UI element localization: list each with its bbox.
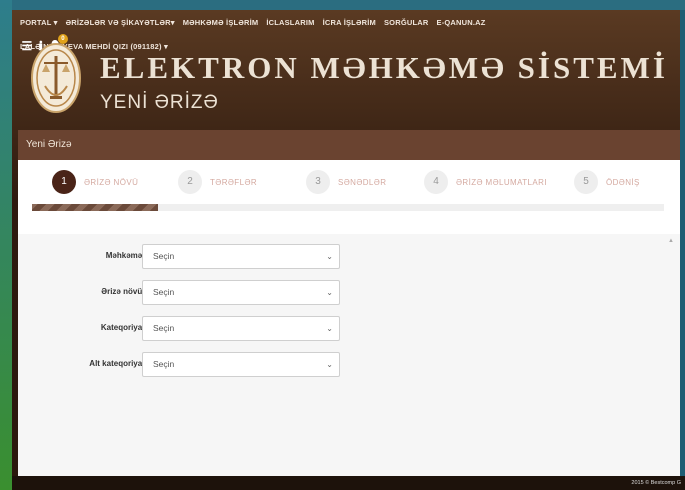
step-label: ƏRİZƏ MƏLUMATLARI xyxy=(456,177,547,187)
form-area: ▲ Məhkəmə:* Seçin ⌄ Ərizə növü:* Seçin ⌄… xyxy=(18,234,680,486)
chevron-down-icon: ⌄ xyxy=(326,324,333,333)
wizard-progress-bar xyxy=(32,204,664,211)
nav-court-cases[interactable]: MƏHKƏMƏ İŞLƏRİM xyxy=(183,18,259,27)
step-application-info[interactable]: 4 ƏRİZƏ MƏLUMATLARI xyxy=(424,170,547,194)
window-frame-left xyxy=(0,0,12,490)
step-parties[interactable]: 2 TƏRƏFLƏR xyxy=(178,170,257,194)
field-application-type: Ərizə növü:* Seçin ⌄ xyxy=(18,280,680,306)
wizard-progress-fill xyxy=(32,204,159,211)
top-navigation: PORTAL ▾ ƏRİZƏLƏR VƏ ŞİKAYƏTLƏR▾ MƏHKƏMƏ… xyxy=(12,10,680,34)
wizard-steps: 1 ƏRİZƏ NÖVÜ 2 TƏRƏFLƏR 3 SƏNƏDLƏR 4 ƏRİ… xyxy=(18,160,680,211)
step-number: 3 xyxy=(306,170,330,194)
nav-queries[interactable]: SORĞULAR xyxy=(384,18,429,27)
step-number: 4 xyxy=(424,170,448,194)
select-value: Seçin xyxy=(153,287,175,297)
panel-title: Yeni Ərizə xyxy=(18,130,680,160)
category-select[interactable]: Seçin ⌄ xyxy=(142,316,340,341)
field-category: Kateqoriya:* Seçin ⌄ xyxy=(18,316,680,342)
site-title: ELEKTRON MƏHKƏMƏ SİSTEMİ xyxy=(100,50,668,85)
step-application-type[interactable]: 1 ƏRİZƏ NÖVÜ xyxy=(52,170,138,194)
subcategory-select[interactable]: Seçin ⌄ xyxy=(142,352,340,377)
application-panel: Yeni Ərizə 1 ƏRİZƏ NÖVÜ 2 TƏRƏFLƏR 3 SƏN… xyxy=(18,130,680,486)
chevron-down-icon: ⌄ xyxy=(326,252,333,261)
justice-emblem-logo xyxy=(31,43,81,113)
select-value: Seçin xyxy=(153,359,175,369)
field-label: Alt kateqoriya:* xyxy=(89,359,148,368)
field-label: Ərizə növü:* xyxy=(101,287,148,296)
window-frame-top xyxy=(0,0,685,10)
nav-hearings[interactable]: İCLASLARIM xyxy=(266,18,314,27)
application-type-select[interactable]: Seçin ⌄ xyxy=(142,280,340,305)
step-number: 2 xyxy=(178,170,202,194)
court-select[interactable]: Seçin ⌄ xyxy=(142,244,340,269)
footer: 2015 © Bestcomp G xyxy=(12,476,685,490)
nav-portal[interactable]: PORTAL ▾ xyxy=(20,18,58,27)
step-label: SƏNƏDLƏR xyxy=(338,177,387,187)
field-label: Kateqoriya:* xyxy=(100,323,148,332)
step-documents[interactable]: 3 SƏNƏDLƏR xyxy=(306,170,386,194)
app-window: PORTAL ▾ ƏRİZƏLƏR VƏ ŞİKAYƏTLƏR▾ MƏHKƏMƏ… xyxy=(12,10,680,490)
step-label: ÖDƏNİŞ xyxy=(606,177,640,187)
step-label: ƏRİZƏ NÖVÜ xyxy=(84,177,139,187)
select-value: Seçin xyxy=(153,251,175,261)
field-court: Məhkəmə:* Seçin ⌄ xyxy=(18,244,680,270)
step-label: TƏRƏFLƏR xyxy=(210,177,258,187)
nav-execution-cases[interactable]: İCRA İŞLƏRİM xyxy=(323,18,376,27)
nav-e-qanun[interactable]: E-QANUN.AZ xyxy=(437,18,486,27)
step-number: 1 xyxy=(52,170,76,194)
step-number: 5 xyxy=(574,170,598,194)
field-subcategory: Alt kateqoriya:* Seçin ⌄ xyxy=(18,352,680,378)
chevron-down-icon: ⌄ xyxy=(326,288,333,297)
select-value: Seçin xyxy=(153,323,175,333)
page-subtitle: YENİ ƏRİZƏ xyxy=(100,92,219,113)
nav-applications-complaints[interactable]: ƏRİZƏLƏR VƏ ŞİKAYƏTLƏR▾ xyxy=(66,18,175,27)
chevron-down-icon: ⌄ xyxy=(326,360,333,369)
step-payment[interactable]: 5 ÖDƏNİŞ xyxy=(574,170,640,194)
